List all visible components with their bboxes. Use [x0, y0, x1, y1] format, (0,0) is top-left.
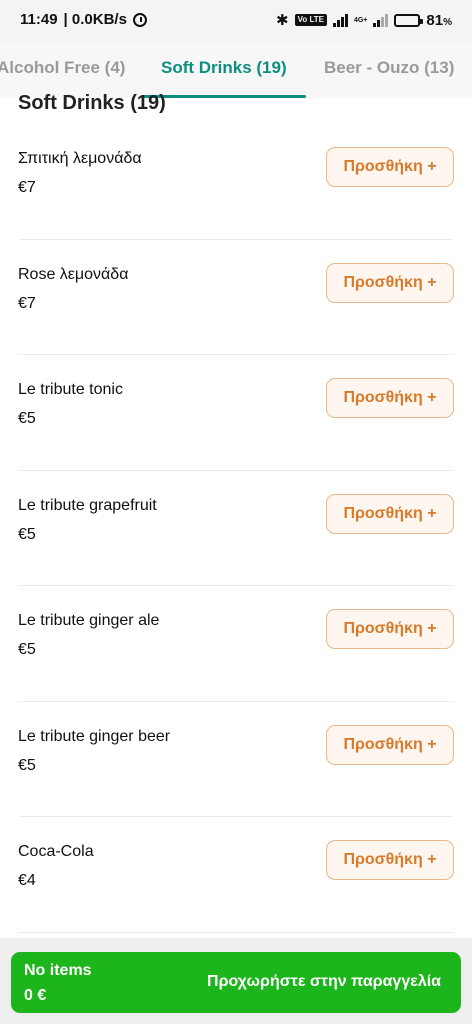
status-right: ✱ Vo LTE 4G+ 81%	[276, 11, 452, 30]
list-item: Le tribute tonic €5 Προσθήκη +	[18, 355, 454, 471]
category-tabs: Alcohol Free (4) Soft Drinks (19) Beer -…	[0, 42, 472, 98]
add-button[interactable]: Προσθήκη +	[326, 724, 454, 765]
item-name: Coca-Cola	[18, 843, 94, 860]
item-name: Le tribute ginger beer	[18, 727, 171, 745]
item-name: Σπιτική λεμονάδα	[18, 150, 142, 167]
add-button[interactable]: Προσθήκη +	[326, 840, 454, 880]
cart-total: 0 €	[24, 987, 47, 1004]
add-button[interactable]: Προσθήκη +	[326, 147, 454, 187]
checkout-button[interactable]: No items 0 € Προχωρήστε στην παραγγελία	[11, 952, 461, 1013]
network-speed: | 0.0KB/s	[63, 11, 127, 28]
tab-alcohol-free[interactable]: Alcohol Free (4)	[0, 58, 125, 78]
list-item: Le tribute ginger ale €5 Προσθήκη +	[18, 586, 454, 702]
battery-percent: 81%	[426, 12, 452, 29]
item-name: Le tribute grapefruit	[18, 496, 157, 514]
signal-icon	[332, 13, 348, 27]
list-item: Rose λεμονάδα €7 Προσθήκη +	[18, 240, 454, 355]
add-button[interactable]: Προσθήκη +	[326, 378, 454, 418]
list-item: Σπιτική λεμονάδα €7 Προσθήκη +	[18, 124, 454, 240]
list-item: Le tribute ginger beer €5 Προσθήκη +	[18, 702, 454, 817]
bottom-bar: No items 0 € Προχωρήστε στην παραγγελία	[0, 938, 472, 1024]
status-time: 11:49	[20, 11, 58, 28]
signal-icon-secondary	[373, 13, 389, 27]
bluetooth-icon: ✱	[276, 12, 289, 29]
item-name: Rose λεμονάδα	[18, 265, 129, 283]
item-price: €4	[18, 872, 36, 889]
battery-percent-sign: %	[443, 16, 452, 28]
add-button[interactable]: Προσθήκη +	[326, 493, 454, 534]
product-list: Σπιτική λεμονάδα €7 Προσθήκη + Rose λεμο…	[0, 124, 472, 933]
status-left: 11:49 | 0.0KB/s	[20, 11, 147, 28]
item-price: €5	[18, 410, 36, 427]
item-name: Le tribute tonic	[18, 381, 123, 398]
active-tab-indicator	[142, 95, 306, 98]
item-name: Le tribute ginger ale	[18, 612, 160, 629]
tab-soft-drinks[interactable]: Soft Drinks (19)	[161, 58, 287, 78]
list-item: Coca-Cola €4 Προσθήκη +	[18, 817, 454, 933]
battery-icon	[394, 13, 424, 27]
tab-beer-ouzo[interactable]: Beer - Ouzo (13)	[324, 58, 454, 78]
item-price: €5	[18, 756, 36, 774]
item-price: €5	[18, 641, 36, 658]
item-price: €7	[18, 179, 36, 196]
network-type-label: 4G+	[353, 16, 368, 24]
status-bar: 11:49 | 0.0KB/s ✱ Vo LTE 4G+ 81%	[0, 0, 472, 42]
item-price: €7	[18, 294, 36, 312]
add-button[interactable]: Προσθήκη +	[326, 609, 454, 649]
battery-percent-value: 81	[426, 11, 444, 29]
alarm-icon	[132, 12, 147, 27]
checkout-label: Προχωρήστε στην παραγγελία	[207, 973, 441, 990]
cart-items-label: No items	[24, 962, 92, 979]
list-item: Le tribute grapefruit €5 Προσθήκη +	[18, 471, 454, 586]
section-title: Soft Drinks (19)	[18, 92, 166, 114]
item-price: €5	[18, 525, 36, 543]
add-button[interactable]: Προσθήκη +	[326, 262, 454, 303]
volte-icon: Vo LTE	[294, 14, 327, 26]
